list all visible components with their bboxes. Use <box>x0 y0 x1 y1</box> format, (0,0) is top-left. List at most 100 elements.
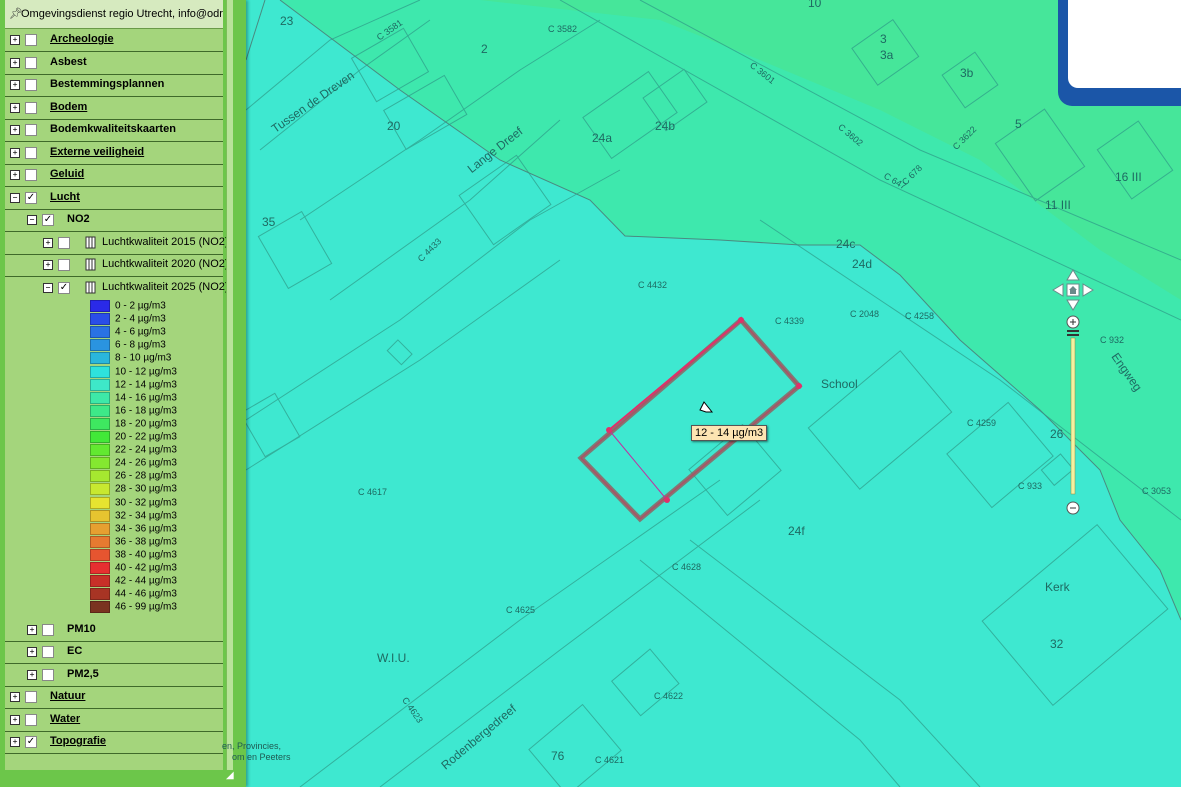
map-label: 2 <box>481 42 488 56</box>
layer-bestemmingsplannen[interactable]: + Bestemmingsplannen <box>5 74 223 97</box>
expand-icon[interactable]: + <box>10 103 20 113</box>
layer-checkbox[interactable] <box>58 259 70 271</box>
layer-no2[interactable]: − ✓ NO2 <box>5 209 223 232</box>
layer-pm25[interactable]: + PM2,5 <box>5 664 223 687</box>
expand-icon[interactable]: + <box>10 737 20 747</box>
collapse-icon[interactable]: − <box>43 283 53 293</box>
expand-icon[interactable]: + <box>27 670 37 680</box>
layer-checkbox[interactable] <box>25 57 37 69</box>
legend-swatch <box>90 365 110 378</box>
layer-checkbox[interactable] <box>25 169 37 181</box>
layer-checkbox[interactable] <box>42 669 54 681</box>
layer-label[interactable]: Luchtkwaliteit 2015 (NO2) <box>102 236 229 248</box>
layer-bodem[interactable]: + Bodem <box>5 97 223 120</box>
layer-checkbox[interactable]: ✓ <box>58 282 70 294</box>
layer-label[interactable]: Lucht <box>50 191 80 203</box>
legend-label: 32 - 34 µg/m3 <box>115 510 177 522</box>
legend-swatch <box>90 444 110 457</box>
map-navigation[interactable] <box>1051 268 1095 518</box>
layer-checkbox[interactable]: ✓ <box>25 736 37 748</box>
expand-icon[interactable]: + <box>10 80 20 90</box>
legend-swatch <box>90 562 110 574</box>
layer-pm10[interactable]: + PM10 <box>5 619 223 642</box>
layer-water[interactable]: + Water <box>5 709 223 732</box>
legend-swatch <box>90 300 110 312</box>
layer-label[interactable]: EC <box>67 645 82 657</box>
layer-label[interactable]: Topografie <box>50 735 106 747</box>
layer-label[interactable]: Asbest <box>50 56 87 68</box>
legend-item: 34 - 36 µg/m3 <box>90 522 177 535</box>
pan-arrows-icon <box>1052 269 1094 311</box>
expand-icon[interactable]: + <box>43 260 53 270</box>
layer-label[interactable]: Geluid <box>50 168 84 180</box>
layer-checkbox[interactable] <box>25 714 37 726</box>
layer-checkbox[interactable] <box>42 624 54 636</box>
expand-icon[interactable]: + <box>43 238 53 248</box>
layer-topografie[interactable]: + ✓ Topografie <box>5 731 223 754</box>
layer-bodemkwaliteitskaarten[interactable]: + Bodemkwaliteitskaarten <box>5 119 223 142</box>
layer-checkbox[interactable] <box>25 147 37 159</box>
layer-checkbox[interactable] <box>25 34 37 46</box>
overview-window[interactable] <box>1058 0 1181 106</box>
legend-swatch <box>90 352 110 365</box>
layer-label[interactable]: Luchtkwaliteit 2020 (NO2) <box>102 258 229 270</box>
legend-label: 26 - 28 µg/m3 <box>115 470 177 482</box>
map-label: 24c <box>836 237 856 251</box>
legend-label: 34 - 36 µg/m3 <box>115 523 177 535</box>
layer-label[interactable]: Natuur <box>50 690 85 702</box>
layer-checkbox[interactable]: ✓ <box>42 214 54 226</box>
expand-icon[interactable]: + <box>10 125 20 135</box>
legend-item: 24 - 26 µg/m3 <box>90 457 177 470</box>
legend-item: 18 - 20 µg/m3 <box>90 417 177 430</box>
collapse-icon[interactable]: − <box>27 215 37 225</box>
layer-checkbox[interactable] <box>42 646 54 658</box>
pin-icon[interactable]: 📌︎ <box>9 0 23 28</box>
layer-checkbox[interactable] <box>58 237 70 249</box>
expand-icon[interactable]: + <box>10 170 20 180</box>
layer-label[interactable]: PM10 <box>67 623 96 635</box>
legend-swatch <box>90 417 110 430</box>
layer-luchtkwaliteit-2025[interactable]: − ✓ Luchtkwaliteit 2025 (NO2) <box>5 277 229 299</box>
resize-handle-icon[interactable]: ◢ <box>226 770 240 784</box>
expand-icon[interactable]: + <box>10 35 20 45</box>
layer-label[interactable]: Externe veiligheid <box>50 146 144 158</box>
layer-label[interactable]: Bestemmingsplannen <box>50 78 164 90</box>
layer-externe-veiligheid[interactable]: + Externe veiligheid <box>5 142 223 165</box>
legend-swatch <box>90 457 110 470</box>
layer-luchtkwaliteit-2020[interactable]: + Luchtkwaliteit 2020 (NO2) <box>5 254 229 277</box>
layer-label[interactable]: PM2,5 <box>67 668 99 680</box>
legend-label: 38 - 40 µg/m3 <box>115 549 177 561</box>
layer-natuur[interactable]: + Natuur <box>5 686 223 709</box>
expand-icon[interactable]: + <box>10 692 20 702</box>
expand-icon[interactable]: + <box>27 647 37 657</box>
layer-lucht[interactable]: − ✓ Lucht <box>5 187 223 210</box>
layer-label[interactable]: Luchtkwaliteit 2025 (NO2) <box>102 281 229 293</box>
legend-label: 4 - 6 µg/m3 <box>115 326 166 338</box>
legend-swatch <box>90 522 110 535</box>
panel-scrollbar[interactable] <box>226 0 233 770</box>
layer-label[interactable]: NO2 <box>67 213 90 225</box>
expand-icon[interactable]: + <box>10 58 20 68</box>
layer-checkbox[interactable] <box>25 691 37 703</box>
layer-luchtkwaliteit-2015[interactable]: + Luchtkwaliteit 2015 (NO2) <box>5 232 229 255</box>
expand-icon[interactable]: + <box>10 715 20 725</box>
layer-label[interactable]: Bodem <box>50 101 87 113</box>
layer-checkbox[interactable] <box>25 124 37 136</box>
layer-label[interactable]: Water <box>50 713 80 725</box>
layer-archeologie[interactable]: + Archeologie <box>5 29 223 52</box>
layer-label[interactable]: Bodemkwaliteitskaarten <box>50 123 176 135</box>
layer-checkbox[interactable]: ✓ <box>25 192 37 204</box>
layer-geluid[interactable]: + Geluid <box>5 164 223 187</box>
map-label: 24b <box>655 119 676 133</box>
collapse-icon[interactable]: − <box>10 193 20 203</box>
layer-asbest[interactable]: + Asbest <box>5 52 223 75</box>
legend-label: 10 - 12 µg/m3 <box>115 366 177 378</box>
map-label: C 2048 <box>850 309 880 319</box>
layer-checkbox[interactable] <box>25 79 37 91</box>
expand-icon[interactable]: + <box>27 625 37 635</box>
layer-label[interactable]: Archeologie <box>50 33 114 45</box>
layer-ec[interactable]: + EC <box>5 641 223 664</box>
attribution-text: om en Peeters <box>232 752 291 762</box>
expand-icon[interactable]: + <box>10 148 20 158</box>
layer-checkbox[interactable] <box>25 102 37 114</box>
